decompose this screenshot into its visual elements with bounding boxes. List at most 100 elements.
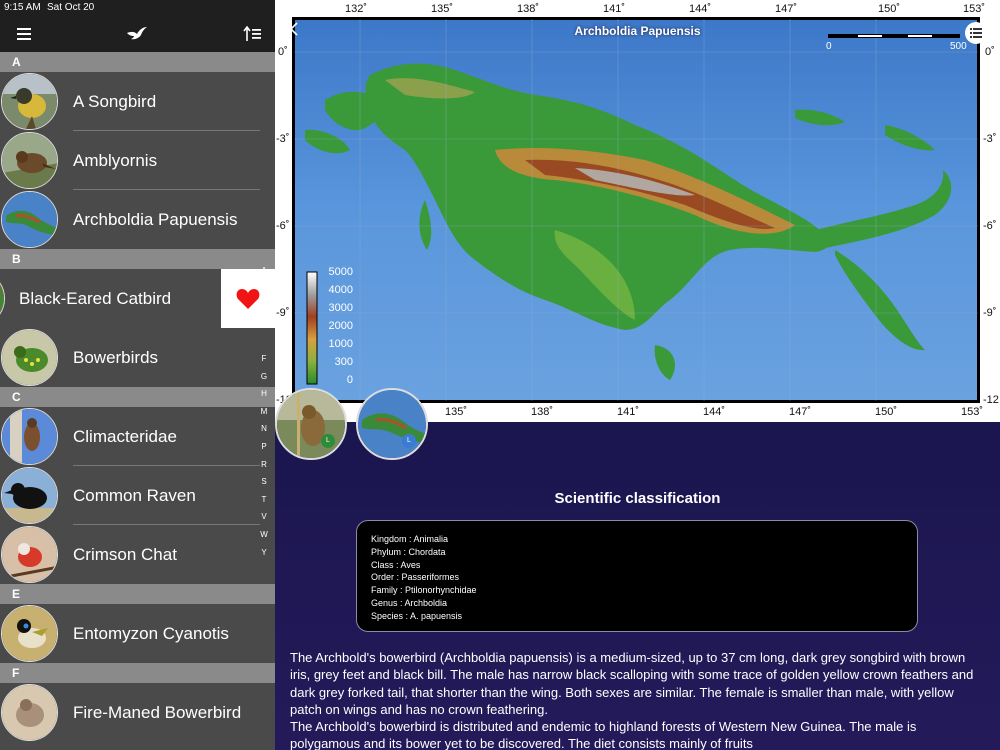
- chevron-left-icon[interactable]: [289, 22, 299, 41]
- top-tick-label: 144˚: [689, 3, 712, 15]
- right-tick-label: -9˚: [983, 307, 997, 319]
- list-item-name: Entomyzon Cyanotis: [73, 624, 229, 643]
- index-letter[interactable]: R: [256, 456, 272, 474]
- map-thumbnail: [1, 191, 58, 248]
- index-letter[interactable]: S: [256, 473, 272, 491]
- index-letter[interactable]: [256, 297, 272, 315]
- bottom-tick-label: 141˚: [617, 406, 640, 418]
- distribution-map[interactable]: Archboldia Papuensis 132˚ 135˚ 138˚ 141˚…: [275, 0, 1000, 422]
- raven-thumbnail: [1, 467, 58, 524]
- list-item[interactable]: A Songbird: [0, 72, 275, 131]
- left-tick-label: 0˚: [278, 46, 288, 58]
- status-bar: 9:15 AM Sat Oct 20: [0, 0, 275, 16]
- elevation-legend-label: 2000: [328, 320, 353, 332]
- list-item-name: Climacteridae: [73, 427, 177, 446]
- bird-icon: [124, 22, 150, 46]
- top-tick-label: 132˚: [345, 3, 368, 15]
- list-item[interactable]: Fire-Maned Bowerbird: [0, 683, 275, 742]
- section-index[interactable]: A F G H M N P R S T V W Y: [256, 262, 272, 561]
- species-list-pane: 9:15 AM Sat Oct 20 A A Songbird Amblyorn…: [0, 0, 275, 750]
- classification-title: Scientific classification: [554, 490, 721, 507]
- bottom-tick-label: 138˚: [531, 406, 554, 418]
- list-item[interactable]: Entomyzon Cyanotis: [0, 604, 275, 663]
- index-letter[interactable]: H: [256, 385, 272, 403]
- list-item[interactable]: Crimson Chat: [0, 525, 275, 584]
- index-letter[interactable]: V: [256, 508, 272, 526]
- elevation-legend-label: 4000: [328, 284, 353, 296]
- left-tick-label: -6˚: [276, 220, 290, 232]
- list-item-name: Amblyornis: [73, 151, 158, 170]
- classification-line: Family : Ptilonorhynchidae: [371, 585, 477, 596]
- bottom-tick-label: 153˚: [961, 406, 984, 418]
- section-header-f: F: [0, 663, 275, 683]
- top-tick-label: 147˚: [775, 3, 798, 15]
- index-letter[interactable]: A: [256, 262, 272, 280]
- section-header-b: B: [0, 249, 275, 269]
- gallery-thumbnail[interactable]: L: [356, 388, 428, 460]
- list-item-name: Archboldia Papuensis: [73, 210, 238, 229]
- left-tick-label: -9˚: [276, 307, 290, 319]
- top-tick-label: 141˚: [603, 3, 626, 15]
- index-letter[interactable]: G: [256, 368, 272, 386]
- description-paragraph: The Archbold's bowerbird (Archboldia pap…: [290, 650, 974, 717]
- gallery-thumbnail[interactable]: L: [275, 388, 347, 460]
- elevation-legend-label: 3000: [328, 302, 353, 314]
- elevation-legend-label: 5000: [328, 266, 353, 278]
- sort-list-icon[interactable]: [239, 22, 265, 46]
- description-paragraph: The Archbold's bowerbird is distributed …: [290, 719, 917, 750]
- elevation-legend-label: 1000: [328, 338, 353, 350]
- classification-line: Species : A. papuensis: [371, 610, 463, 621]
- list-item[interactable]: Black-Eared Catbird: [0, 269, 275, 328]
- list-item-name: Fire-Maned Bowerbird: [73, 703, 242, 722]
- gallery-badge: L: [321, 434, 335, 448]
- list-item-name: Black-Eared Catbird: [19, 289, 172, 308]
- section-header-a: A: [0, 52, 275, 72]
- classification-line: Class : Aves: [371, 559, 421, 570]
- classification-line: Order : Passeriformes: [371, 572, 460, 583]
- index-letter[interactable]: [256, 315, 272, 333]
- classification-line: Genus : Archboldia: [371, 597, 448, 608]
- list-icon[interactable]: [965, 22, 987, 44]
- index-letter[interactable]: Y: [256, 544, 272, 562]
- brown-bird-thumbnail: [1, 132, 58, 189]
- elevation-legend-label: 0: [346, 374, 353, 386]
- index-letter[interactable]: T: [256, 491, 272, 509]
- species-description: The Archbold's bowerbird (Archboldia pap…: [290, 649, 985, 750]
- list-item-name: Crimson Chat: [73, 545, 177, 564]
- gallery-badge: L: [402, 434, 416, 448]
- top-tick-label: 150˚: [878, 3, 901, 15]
- right-tick-label: 0˚: [985, 46, 995, 58]
- bowerbird-thumbnail: [1, 684, 58, 741]
- red-bird-thumbnail: [1, 526, 58, 583]
- list-item[interactable]: Archboldia Papuensis: [0, 190, 275, 249]
- status-date: Sat Oct 20: [47, 2, 95, 13]
- species-list: A A Songbird Amblyornis Archboldia Papue…: [0, 52, 275, 742]
- index-letter[interactable]: [256, 280, 272, 298]
- list-item[interactable]: Common Raven: [0, 466, 275, 525]
- bottom-tick-label: 135˚: [445, 406, 468, 418]
- classification-line: Kingdom : Animalia: [371, 534, 449, 544]
- index-letter[interactable]: [256, 332, 272, 350]
- list-item[interactable]: Amblyornis: [0, 131, 275, 190]
- elevation-legend-label: 300: [334, 356, 353, 368]
- list-item[interactable]: Bowerbirds: [0, 328, 275, 387]
- top-tick-label: 153˚: [963, 3, 986, 15]
- bottom-tick-label: 147˚: [789, 406, 812, 418]
- detail-pane: Archboldia Papuensis 132˚ 135˚ 138˚ 141˚…: [275, 0, 1000, 750]
- list-item-name: Bowerbirds: [73, 348, 159, 367]
- list-item-name: A Songbird: [73, 92, 157, 111]
- top-tick-label: 135˚: [431, 3, 454, 15]
- list-item[interactable]: Climacteridae: [0, 407, 275, 466]
- spotted-green-bird-thumbnail: [1, 329, 58, 386]
- index-letter[interactable]: F: [256, 350, 272, 368]
- index-letter[interactable]: P: [256, 438, 272, 456]
- hamburger-menu-icon[interactable]: [11, 22, 37, 46]
- index-letter[interactable]: W: [256, 526, 272, 544]
- map-title: Archboldia Papuensis: [574, 24, 701, 38]
- index-letter[interactable]: M: [256, 403, 272, 421]
- honeyeater-thumbnail: [1, 605, 58, 662]
- yellow-songbird-thumbnail: [1, 73, 58, 130]
- section-header-e: E: [0, 584, 275, 604]
- bottom-tick-label: 150˚: [875, 406, 898, 418]
- index-letter[interactable]: N: [256, 420, 272, 438]
